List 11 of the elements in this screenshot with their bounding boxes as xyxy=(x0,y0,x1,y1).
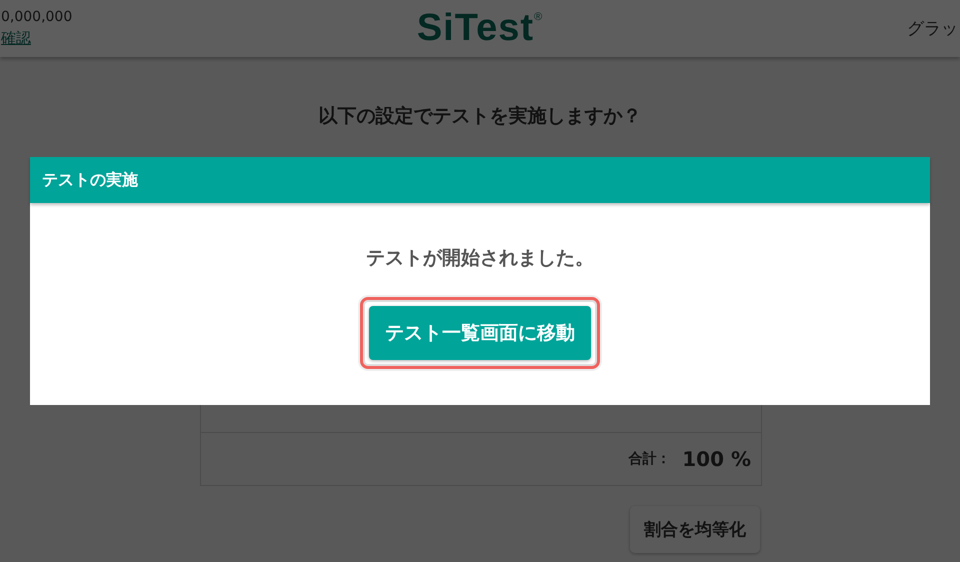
total-value: 100 % xyxy=(682,447,751,471)
equalize-button[interactable]: 割合を均等化 xyxy=(630,506,760,553)
modal-message: テストが開始されました。 xyxy=(366,246,594,271)
confirm-link[interactable]: 確認 xyxy=(1,29,31,48)
confirm-question: 以下の設定でテストを実施しますか？ xyxy=(318,104,642,129)
logo: SiTest® xyxy=(416,7,544,50)
go-to-test-list-button[interactable]: テスト一覧画面に移動 xyxy=(369,306,591,360)
budget-amount: 0,000,000 xyxy=(1,9,72,25)
nav-link[interactable]: グラッ xyxy=(907,17,958,40)
modal-title: テストの実施 xyxy=(42,170,138,190)
total-label: 合計： xyxy=(628,450,670,468)
